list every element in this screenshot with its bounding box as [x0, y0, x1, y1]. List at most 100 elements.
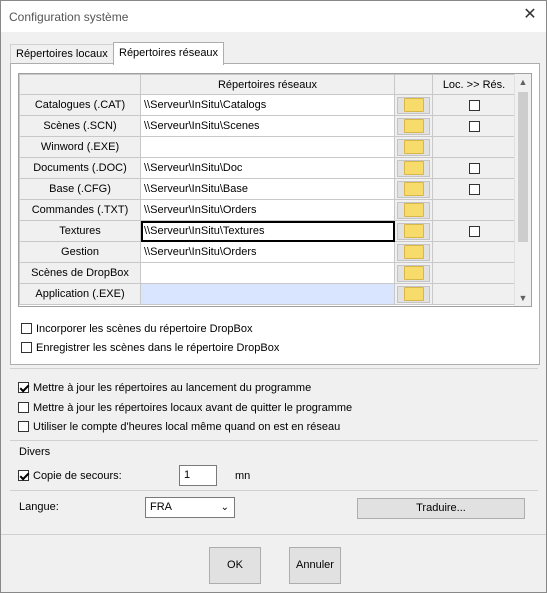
browse-folder-button[interactable] — [397, 159, 430, 177]
browse-folder-button[interactable] — [397, 243, 430, 261]
save-dropbox-option[interactable]: Enregistrer les scènes dans le répertoir… — [21, 341, 279, 355]
browse-cell — [394, 283, 433, 305]
row-path-cell[interactable] — [140, 136, 395, 158]
backup-interval-input[interactable]: 1 — [179, 465, 217, 486]
language-value: FRA — [150, 501, 172, 513]
language-select[interactable]: FRA ⌄ — [145, 497, 235, 518]
grid-scrollbar[interactable]: ▲ ▼ — [514, 74, 531, 306]
table-row[interactable]: Gestion \\Serveur\InSitu\Orders — [19, 241, 516, 263]
browse-cell — [394, 94, 433, 116]
directories-table: Répertoires réseaux Loc. >> Rés. Catalog… — [19, 74, 516, 305]
row-path-cell[interactable]: \\Serveur\InSitu\Base — [140, 178, 395, 200]
row-path-cell[interactable]: \\Serveur\InSitu\Textures — [140, 220, 395, 242]
ok-label: OK — [227, 559, 243, 571]
incorporate-dropbox-checkbox[interactable] — [21, 322, 32, 334]
folder-icon — [403, 97, 424, 112]
folder-icon — [403, 160, 424, 175]
browse-cell — [394, 136, 433, 158]
header-path-col: Répertoires réseaux — [140, 74, 395, 95]
dropbox-options-group: Incorporer les scènes du répertoire Drop… — [10, 314, 538, 359]
browse-folder-button[interactable] — [397, 264, 430, 282]
close-icon[interactable]: ✕ — [522, 6, 538, 24]
folder-icon — [403, 181, 424, 196]
browse-cell — [394, 178, 433, 200]
table-row[interactable]: Scènes (.SCN) \\Serveur\InSitu\Scenes — [19, 115, 516, 137]
divers-title: Divers — [19, 446, 51, 458]
separator — [10, 490, 538, 491]
folder-icon — [403, 118, 424, 133]
sync-cell — [432, 115, 516, 137]
chevron-down-icon: ⌄ — [220, 502, 229, 513]
tab-local-directories[interactable]: Répertoires locaux — [10, 44, 114, 64]
tab-network-directories[interactable]: Répertoires réseaux — [113, 42, 225, 65]
browse-folder-button[interactable] — [397, 96, 430, 114]
table-row[interactable]: Catalogues (.CAT) \\Serveur\InSitu\Catalo… — [19, 94, 516, 116]
update-local-option[interactable]: Mettre à jour les répertoires locaux ava… — [18, 401, 352, 415]
row-path-cell[interactable]: \\Serveur\InSitu\Orders — [140, 199, 395, 221]
browse-folder-button[interactable] — [397, 285, 430, 303]
use-local-hours-option[interactable]: Utiliser le compte d'heures local même q… — [18, 420, 340, 434]
row-path-cell[interactable]: \\Serveur\InSitu\Doc — [140, 157, 395, 179]
table-row[interactable]: Winword (.EXE) — [19, 136, 516, 158]
ok-button[interactable]: OK — [209, 547, 261, 584]
backup-checkbox[interactable] — [18, 469, 29, 481]
update-on-launch-option[interactable]: Mettre à jour les répertoires au lanceme… — [18, 381, 311, 395]
backup-option[interactable]: Copie de secours: — [18, 469, 122, 483]
local-to-network-checkbox[interactable] — [468, 183, 480, 195]
update-on-launch-checkbox[interactable] — [18, 381, 29, 393]
update-local-checkbox[interactable] — [18, 401, 29, 413]
title-bar: Configuration système ✕ — [1, 1, 546, 32]
cancel-button[interactable]: Annuler — [289, 547, 341, 584]
header-button-col — [394, 74, 433, 95]
translate-button[interactable]: Traduire... — [357, 498, 525, 519]
scroll-up-icon[interactable]: ▲ — [515, 74, 531, 90]
local-to-network-checkbox[interactable] — [468, 99, 480, 111]
scroll-down-icon[interactable]: ▼ — [515, 290, 531, 306]
separator — [10, 440, 538, 441]
save-dropbox-checkbox[interactable] — [21, 341, 32, 353]
browse-folder-button[interactable] — [397, 138, 430, 156]
local-to-network-checkbox[interactable] — [468, 120, 480, 132]
table-row[interactable]: Application (.EXE) — [19, 283, 516, 305]
local-to-network-checkbox[interactable] — [468, 225, 480, 237]
scrollbar-thumb[interactable] — [518, 92, 528, 242]
incorporate-dropbox-label: Incorporer les scènes du répertoire Drop… — [36, 323, 253, 335]
browse-folder-button[interactable] — [397, 222, 430, 240]
window-title: Configuration système — [9, 10, 129, 24]
browse-cell — [394, 241, 433, 263]
row-path-cell[interactable]: \\Serveur\InSitu\Orders — [140, 241, 395, 263]
row-label: Application (.EXE) — [19, 283, 141, 305]
row-path-cell[interactable] — [140, 262, 395, 284]
folder-icon — [403, 139, 424, 154]
language-label: Langue: — [19, 501, 59, 513]
table-row[interactable]: Textures \\Serveur\InSitu\Textures — [19, 220, 516, 242]
tab-label: Répertoires locaux — [16, 48, 108, 60]
sync-cell — [432, 136, 516, 158]
table-row[interactable]: Scènes de DropBox — [19, 262, 516, 284]
browse-folder-button[interactable] — [397, 117, 430, 135]
cancel-label: Annuler — [296, 559, 334, 571]
sync-cell — [432, 94, 516, 116]
table-row[interactable]: Base (.CFG) \\Serveur\InSitu\Base — [19, 178, 516, 200]
sync-cell — [432, 283, 516, 305]
browse-folder-button[interactable] — [397, 180, 430, 198]
folder-icon — [403, 223, 424, 238]
translate-label: Traduire... — [416, 502, 466, 514]
sync-cell — [432, 220, 516, 242]
config-dialog: Configuration système ✕ Répertoires loca… — [0, 0, 547, 593]
row-path-cell[interactable]: \\Serveur\InSitu\Scenes — [140, 115, 395, 137]
directories-grid: Répertoires réseaux Loc. >> Rés. Catalog… — [18, 73, 532, 307]
folder-icon — [403, 244, 424, 259]
browse-cell — [394, 115, 433, 137]
use-local-hours-checkbox[interactable] — [18, 420, 29, 432]
table-row[interactable]: Documents (.DOC) \\Serveur\InSitu\Doc — [19, 157, 516, 179]
table-row[interactable]: Commandes (.TXT) \\Serveur\InSitu\Orders — [19, 199, 516, 221]
row-path-cell[interactable]: \\Serveur\InSitu\Catalogs — [140, 94, 395, 116]
sync-cell — [432, 199, 516, 221]
local-to-network-checkbox[interactable] — [468, 162, 480, 174]
incorporate-dropbox-option[interactable]: Incorporer les scènes du répertoire Drop… — [21, 322, 252, 336]
row-path-cell[interactable] — [140, 283, 395, 305]
row-label: Base (.CFG) — [19, 178, 141, 200]
browse-folder-button[interactable] — [397, 201, 430, 219]
browse-cell — [394, 199, 433, 221]
